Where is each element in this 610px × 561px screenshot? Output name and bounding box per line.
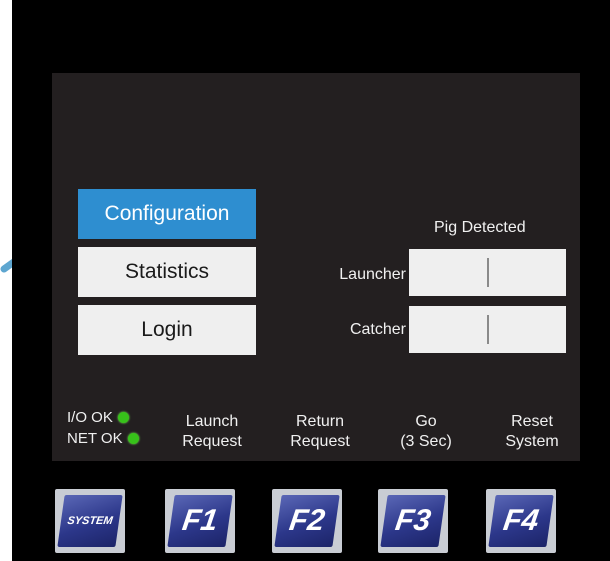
system-key-label: SYSTEM xyxy=(57,495,123,547)
launcher-label: Launcher xyxy=(339,266,406,283)
catcher-status-box xyxy=(409,306,566,353)
return-request-line1: Return xyxy=(295,413,345,430)
io-status-label: I/O OK xyxy=(67,409,113,426)
go-line1: Go xyxy=(415,413,437,430)
f1-key[interactable]: F1 xyxy=(165,489,235,553)
statistics-button[interactable]: Statistics xyxy=(78,247,256,297)
f3-key-label: F3 xyxy=(380,495,446,547)
return-request-label: Return Request xyxy=(278,412,362,452)
return-request-line2: Request xyxy=(290,433,350,450)
hmi-screen: Configuration Statistics Login Pig Detec… xyxy=(52,73,580,461)
launch-request-label: Launch Request xyxy=(170,412,254,452)
reset-system-line1: Reset xyxy=(511,413,553,430)
f2-key-label: F2 xyxy=(274,495,340,547)
go-label: Go (3 Sec) xyxy=(388,412,464,452)
device-bezel: Configuration Statistics Login Pig Detec… xyxy=(12,0,610,561)
reset-system-line2: System xyxy=(505,433,559,450)
reset-system-label: Reset System xyxy=(492,412,572,452)
net-status-label: NET OK xyxy=(67,430,123,447)
catcher-label: Catcher xyxy=(349,321,406,338)
net-status-led-icon xyxy=(127,433,139,444)
launcher-status-divider xyxy=(487,258,489,287)
io-status-led-icon xyxy=(117,412,129,423)
f2-key[interactable]: F2 xyxy=(272,489,342,553)
catcher-status-divider xyxy=(487,315,489,344)
go-line2: (3 Sec) xyxy=(400,433,452,450)
launch-request-line1: Launch xyxy=(185,413,239,430)
net-status: NET OK xyxy=(67,430,139,447)
configuration-button[interactable]: Configuration xyxy=(78,189,256,239)
launcher-status-box xyxy=(409,249,566,296)
login-button[interactable]: Login xyxy=(78,305,256,355)
f3-key[interactable]: F3 xyxy=(378,489,448,553)
pig-detected-header: Pig Detected xyxy=(434,219,526,236)
f1-key-label: F1 xyxy=(167,495,233,547)
launch-request-line2: Request xyxy=(182,433,242,450)
io-status: I/O OK xyxy=(67,409,129,426)
f4-key-label: F4 xyxy=(488,495,554,547)
f4-key[interactable]: F4 xyxy=(486,489,556,553)
system-key[interactable]: SYSTEM xyxy=(55,489,125,553)
